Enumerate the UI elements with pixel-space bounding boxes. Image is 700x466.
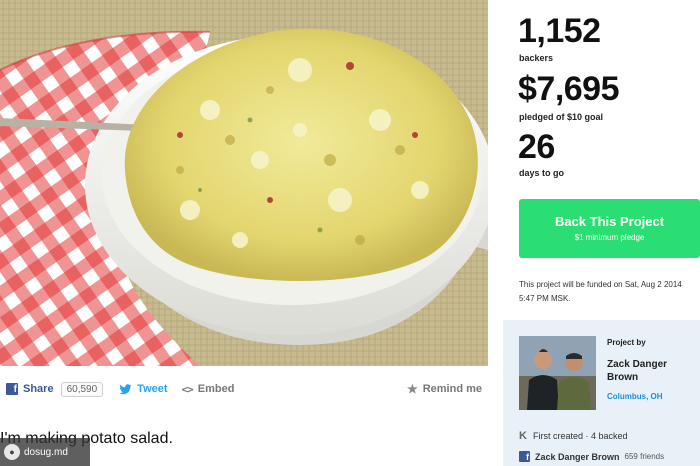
creator-avatar[interactable]: [519, 336, 596, 410]
backers-count: 1,152: [518, 12, 601, 50]
share-label: Share: [23, 383, 54, 395]
remind-me-button[interactable]: ★ Remind me: [407, 382, 482, 396]
facebook-icon: f: [6, 383, 18, 395]
back-button-title: Back This Project: [554, 214, 665, 229]
creator-history: K First created · 4 backed: [519, 430, 628, 442]
creator-panel: Project by Zack Danger Brown Columbus, O…: [503, 320, 700, 466]
project-by-heading: Project by: [607, 338, 646, 347]
watermark: ● dosug.md: [0, 438, 90, 466]
tweet-button[interactable]: Tweet: [119, 383, 168, 395]
pledged-label: pledged of $10 goal: [519, 112, 604, 122]
creator-history-text: First created · 4 backed: [532, 431, 628, 441]
creator-location-link[interactable]: Columbus, OH: [607, 392, 663, 401]
remind-label: Remind me: [422, 383, 482, 395]
watermark-text: dosug.md: [24, 446, 68, 458]
creator-facebook[interactable]: f Zack Danger Brown 659 friends: [519, 451, 664, 462]
facebook-icon: f: [519, 451, 530, 462]
tweet-label: Tweet: [137, 383, 168, 395]
pledged-amount: $7,695: [518, 70, 620, 108]
kickstarter-k-icon: K: [519, 430, 527, 442]
watermark-logo-icon: ●: [4, 444, 20, 460]
creator-name[interactable]: Zack Danger Brown: [607, 358, 697, 384]
back-this-project-button[interactable]: Back This Project $1 minimum pledge: [519, 199, 700, 258]
project-stats-panel: 1,152 backers $7,695 pledged of $10 goal…: [488, 0, 700, 466]
share-count: 60,590: [60, 381, 104, 397]
days-to-go-label: days to go: [519, 168, 565, 178]
back-button-subtitle: $1 minimum pledge: [574, 233, 645, 242]
embed-label: Embed: [197, 383, 235, 395]
share-bar: f Share 60,590 Tweet <> Embed ★ Remind m…: [0, 366, 488, 412]
star-icon: ★: [406, 382, 418, 396]
facebook-share-button[interactable]: f Share 60,590: [6, 381, 104, 397]
code-icon: <>: [181, 382, 194, 396]
backers-label: backers: [519, 53, 554, 63]
twitter-icon: [119, 383, 132, 394]
project-hero-image: [0, 0, 488, 366]
embed-button[interactable]: <> Embed: [182, 383, 235, 396]
creator-facebook-name: Zack Danger Brown: [535, 451, 620, 462]
funding-deadline-note: This project will be funded on Sat, Aug …: [519, 280, 682, 303]
days-to-go-count: 26: [518, 128, 555, 166]
creator-facebook-friends: 659 friends: [624, 452, 665, 461]
